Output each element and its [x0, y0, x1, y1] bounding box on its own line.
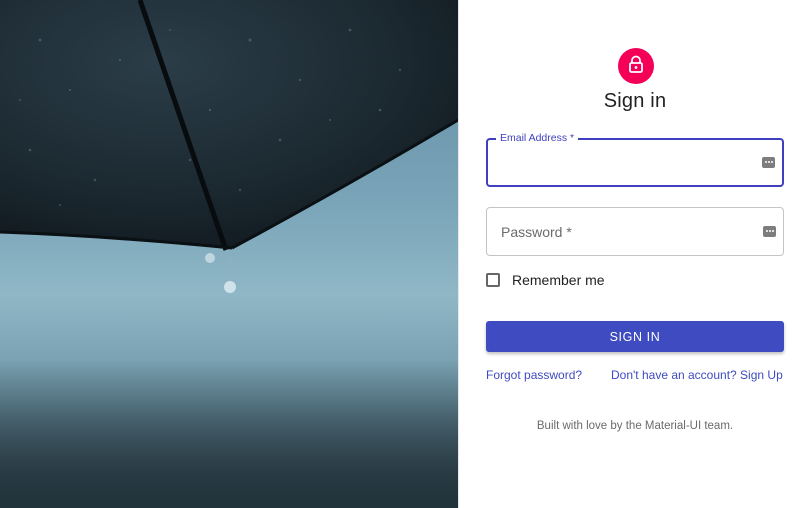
signin-button[interactable]: SIGN IN [486, 321, 784, 352]
umbrella-photo [0, 0, 458, 508]
forgot-password-link[interactable]: Forgot password? [486, 368, 582, 382]
password-manager-icon[interactable] [762, 156, 775, 168]
signup-link[interactable]: Don't have an account? Sign Up [611, 368, 783, 382]
password-field[interactable] [486, 207, 784, 256]
remember-me-checkbox[interactable] [486, 273, 500, 287]
footer-credit: Built with love by the Material-UI team. [536, 420, 734, 432]
remember-me-label: Remember me [512, 272, 605, 288]
email-field[interactable]: Email Address * [486, 132, 784, 187]
hero-image [0, 0, 458, 508]
email-input[interactable] [500, 140, 748, 185]
avatar [618, 48, 654, 84]
password-input[interactable] [499, 208, 749, 255]
remember-me[interactable]: Remember me [486, 272, 605, 288]
lock-icon [628, 55, 644, 78]
page-title: Sign in [603, 90, 667, 112]
password-manager-icon[interactable] [763, 225, 776, 237]
